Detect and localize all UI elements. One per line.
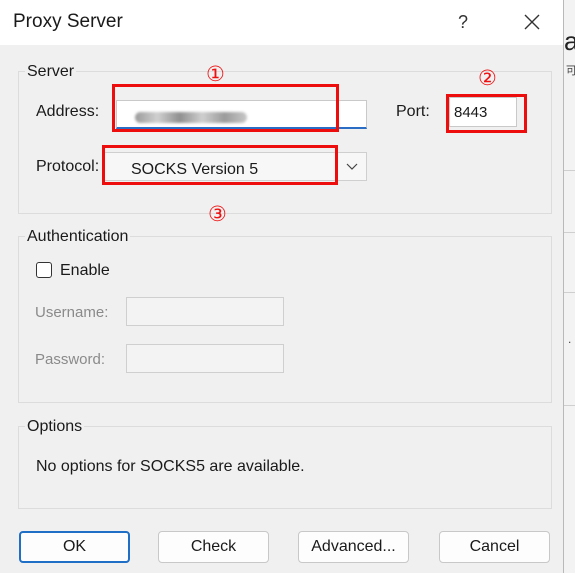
background-divider <box>564 232 575 233</box>
port-label: Port: <box>396 103 430 120</box>
enable-checkbox[interactable] <box>36 262 52 278</box>
protocol-label: Protocol: <box>36 158 100 175</box>
options-message: No options for SOCKS5 are available. <box>36 458 305 475</box>
server-group-title: Server <box>25 63 77 81</box>
address-label: Address: <box>36 103 100 120</box>
password-label: Password: <box>35 351 106 368</box>
background-text-fragment: a <box>564 26 575 56</box>
dialog-title: Proxy Server <box>13 11 123 32</box>
annotation-mark-3: ③ <box>208 202 227 226</box>
ok-button[interactable]: OK <box>19 531 130 563</box>
options-group-title: Options <box>25 418 85 436</box>
username-input[interactable] <box>126 297 284 326</box>
annotation-box-address <box>112 84 339 132</box>
background-divider <box>564 170 575 171</box>
title-bar: Proxy Server ? <box>0 0 563 45</box>
background-divider <box>564 292 575 293</box>
annotation-mark-2: ② <box>478 66 497 90</box>
close-icon <box>524 14 540 30</box>
cancel-button[interactable]: Cancel <box>439 531 550 563</box>
chevron-down-icon <box>346 159 358 175</box>
authentication-group-title: Authentication <box>25 228 131 246</box>
check-button[interactable]: Check <box>158 531 269 563</box>
help-button[interactable]: ? <box>450 8 476 36</box>
enable-label[interactable]: Enable <box>60 262 110 280</box>
background-divider <box>564 405 575 406</box>
background-text-fragment-small: 可 <box>566 65 575 77</box>
proxy-server-dialog: Proxy Server ? Server Address: Port: 844… <box>0 0 564 573</box>
background-window: a 可 . <box>563 0 575 573</box>
close-button[interactable] <box>514 8 550 36</box>
annotation-mark-1: ① <box>206 62 225 86</box>
password-input[interactable] <box>126 344 284 373</box>
advanced-button[interactable]: Advanced... <box>298 531 409 563</box>
background-text-fragment-dots: . <box>568 332 572 346</box>
annotation-box-port <box>446 94 527 133</box>
annotation-box-protocol <box>102 145 338 185</box>
username-label: Username: <box>35 304 109 321</box>
